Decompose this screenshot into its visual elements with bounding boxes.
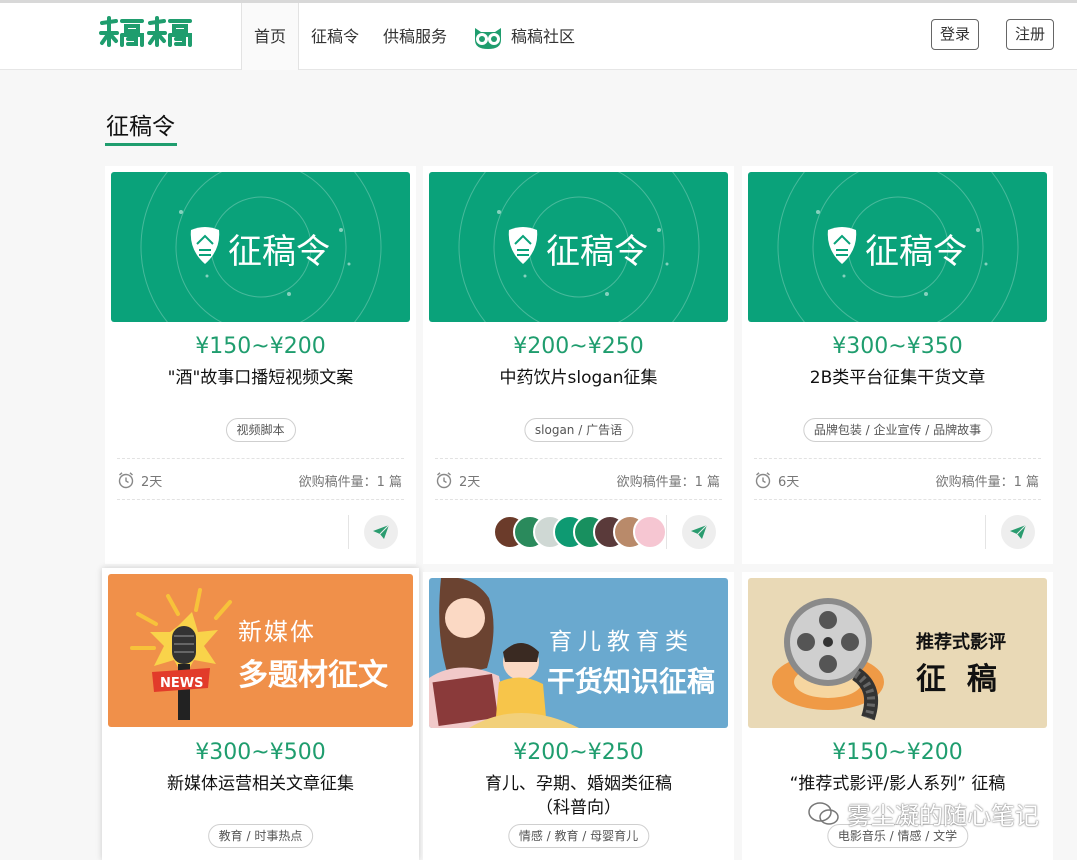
nav-community[interactable]: 稿稿社区 xyxy=(459,3,587,70)
avatar[interactable] xyxy=(633,515,667,549)
banner-line1: 推荐式影评 xyxy=(916,632,1006,653)
card-title: 育儿、孕期、婚姻类征稿 xyxy=(485,774,672,794)
card-banner: 推荐式影评 征 稿 xyxy=(748,578,1047,728)
card-price: ¥200~¥250 xyxy=(513,334,644,359)
banner-line2: 干货知识征稿 xyxy=(547,665,716,698)
card-price: ¥200~¥250 xyxy=(513,740,644,765)
task-card[interactable]: NEWS 新媒体 多题材征文 ¥300~¥500 新媒体运营相关文章征集 教育 … xyxy=(102,568,419,860)
card-banner: 征稿令 xyxy=(748,172,1047,322)
main-nav: 首页 征稿令 供稿服务 稿稿社区 xyxy=(241,3,587,70)
card-days: 2天 xyxy=(141,475,163,490)
card-meta: 2天 欲购稿件量：1 篇 xyxy=(435,458,722,500)
card-tag[interactable]: 视频脚本 xyxy=(225,418,296,442)
owl-icon xyxy=(475,27,502,49)
footer-divider xyxy=(666,515,667,549)
card-price: ¥300~¥350 xyxy=(832,334,963,359)
top-navbar: 首页 征稿令 供稿服务 稿稿社区 登录 注册 xyxy=(0,0,1077,70)
card-banner: 育儿教育类 干货知识征稿 xyxy=(429,578,728,728)
task-card[interactable]: 育儿教育类 干货知识征稿 ¥200~¥250 育儿、孕期、婚姻类征稿 （科普向）… xyxy=(423,572,734,860)
register-button[interactable]: 注册 xyxy=(1006,19,1055,50)
nav-supply-service[interactable]: 供稿服务 xyxy=(371,3,459,70)
card-banner: 征稿令 xyxy=(111,172,410,322)
footer-divider xyxy=(348,515,349,549)
nav-supply-label: 供稿服务 xyxy=(383,26,448,46)
section-title: 征稿令 xyxy=(106,114,175,140)
banner-title: 征稿令 xyxy=(865,232,967,272)
card-days: 2天 xyxy=(459,475,481,490)
submit-button[interactable] xyxy=(682,515,716,549)
watermark-text: 雾尘凝的随心笔记 xyxy=(847,802,1039,830)
clock-icon xyxy=(755,472,771,489)
card-count: 欲购稿件量：1 篇 xyxy=(298,475,402,490)
card-price: ¥300~¥500 xyxy=(195,740,326,765)
nav-home[interactable]: 首页 xyxy=(241,3,300,70)
card-tag[interactable]: 品牌包装 / 企业宣传 / 品牌故事 xyxy=(802,418,993,442)
clock-icon xyxy=(436,472,452,489)
card-banner: 征稿令 xyxy=(429,172,728,322)
task-card[interactable]: 征稿令 ¥150~¥200 "酒"故事口播短视频文案 视频脚本 2天 欲购稿件量… xyxy=(105,166,416,564)
banner-line1: 新媒体 xyxy=(238,618,316,646)
card-title-line2: （科普向） xyxy=(536,798,621,818)
logo-wordmark xyxy=(99,16,192,47)
nav-community-label: 稿稿社区 xyxy=(511,26,576,46)
nav-home-label: 首页 xyxy=(254,26,287,46)
news-badge-text: NEWS xyxy=(160,676,203,691)
card-days: 6天 xyxy=(778,475,800,490)
submit-button[interactable] xyxy=(364,515,398,549)
banner-line2: 多题材征文 xyxy=(238,658,388,693)
banner-line2: 征 稿 xyxy=(916,662,997,697)
task-card[interactable]: 征稿令 ¥200~¥250 中药饮片slogan征集 slogan / 广告语 … xyxy=(423,166,734,564)
card-price: ¥150~¥200 xyxy=(832,740,963,765)
card-count: 欲购稿件量：1 篇 xyxy=(935,475,1039,490)
clock-icon xyxy=(118,472,134,489)
banner-line1: 育儿教育类 xyxy=(549,629,694,655)
card-count: 欲购稿件量：1 篇 xyxy=(616,475,720,490)
login-button[interactable]: 登录 xyxy=(931,19,980,50)
footer-divider xyxy=(985,515,986,549)
banner-title: 征稿令 xyxy=(546,232,648,272)
paper-plane-icon xyxy=(691,524,708,539)
submitter-avatars xyxy=(493,515,667,549)
card-title: "酒"故事口播短视频文案 xyxy=(167,368,354,388)
site-logo[interactable] xyxy=(98,15,194,56)
nav-call-for-papers[interactable]: 征稿令 xyxy=(299,3,371,70)
watermark: 雾尘凝的随心笔记 xyxy=(807,796,1039,831)
card-banner: NEWS 新媒体 多题材征文 xyxy=(108,574,413,727)
card-tag[interactable]: 情感 / 教育 / 母婴育儿 xyxy=(507,824,650,848)
banner-title: 征稿令 xyxy=(228,232,330,272)
submit-button[interactable] xyxy=(1001,515,1035,549)
wechat-icon xyxy=(808,801,839,825)
paper-plane-icon xyxy=(373,524,390,539)
card-title: 中药饮片slogan征集 xyxy=(499,368,658,388)
card-tag[interactable]: slogan / 广告语 xyxy=(523,418,634,442)
section-underline xyxy=(105,143,177,146)
card-title: 2B类平台征集干货文章 xyxy=(809,368,986,388)
card-price: ¥150~¥200 xyxy=(195,334,326,359)
card-meta: 2天 欲购稿件量：1 篇 xyxy=(117,458,404,500)
card-title: 新媒体运营相关文章征集 xyxy=(167,774,354,794)
task-card[interactable]: 征稿令 ¥300~¥350 2B类平台征集干货文章 品牌包装 / 企业宣传 / … xyxy=(742,166,1053,564)
card-tag[interactable]: 教育 / 时事热点 xyxy=(207,824,314,848)
card-meta: 6天 欲购稿件量：1 篇 xyxy=(754,458,1041,500)
paper-plane-icon xyxy=(1010,524,1027,539)
card-title: “推荐式影评/影人系列” 征稿 xyxy=(789,774,1006,794)
nav-call-label: 征稿令 xyxy=(311,26,360,46)
